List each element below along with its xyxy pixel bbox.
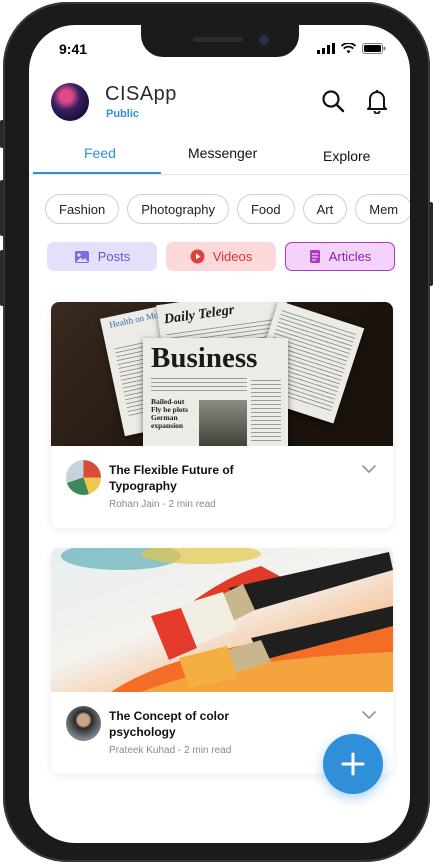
status-icons xyxy=(317,43,386,54)
chevron-down-icon[interactable] xyxy=(361,710,377,720)
article-title[interactable]: The Flexible Future of Typography xyxy=(109,462,259,494)
search-button[interactable] xyxy=(319,87,347,115)
chip-photography[interactable]: Photography xyxy=(127,194,229,224)
notifications-button[interactable] xyxy=(363,87,391,115)
profile-avatar[interactable] xyxy=(51,83,89,121)
category-chips: Fashion Photography Food Art Mem xyxy=(45,194,410,224)
document-icon xyxy=(309,250,320,263)
main-tabs: Feed Messenger Explore xyxy=(29,139,410,175)
chip-food[interactable]: Food xyxy=(236,194,295,224)
newspaper-business-headline: Business xyxy=(151,342,258,374)
signal-icon xyxy=(317,43,335,54)
visibility-label: Public xyxy=(106,108,140,120)
tab-messenger[interactable]: Messenger xyxy=(188,145,257,161)
power-button xyxy=(429,202,433,286)
articles-filter-label: Articles xyxy=(328,249,372,264)
tab-feed[interactable]: Feed xyxy=(84,145,116,161)
newspaper-subheadline: Bailed-out Fly be plots German expansion xyxy=(151,397,189,430)
paintbrush-illustration xyxy=(61,548,393,692)
articles-filter-button[interactable]: Articles xyxy=(285,242,395,271)
article-card[interactable]: Health on Monday Daily Telegr Business B… xyxy=(51,302,393,528)
status-time: 9:41 xyxy=(59,41,88,57)
article-meta: Rohan Jain - 2 min read xyxy=(109,499,216,510)
search-icon xyxy=(322,90,345,113)
newspaper-telegraph-headline: Daily Telegr xyxy=(163,302,236,328)
article-card-body: The Flexible Future of Typography Rohan … xyxy=(51,446,393,528)
posts-filter-button[interactable]: Posts xyxy=(47,242,157,271)
mute-switch xyxy=(0,120,4,148)
posts-filter-label: Posts xyxy=(97,249,131,264)
chip-mem[interactable]: Mem xyxy=(355,194,410,224)
plus-icon xyxy=(341,752,365,776)
camera xyxy=(259,35,269,45)
phone-frame: 9:41 CISApp Public Feed Messenger Explor… xyxy=(0,2,433,862)
notch xyxy=(141,25,299,57)
battery-icon xyxy=(362,43,386,54)
content-type-filters: Posts Videos Articles xyxy=(47,242,395,271)
chip-fashion[interactable]: Fashion xyxy=(45,194,120,224)
speaker xyxy=(193,37,243,42)
bell-icon xyxy=(367,90,387,114)
videos-filter-button[interactable]: Videos xyxy=(166,242,276,271)
author-avatar[interactable] xyxy=(66,460,101,495)
volume-up-button xyxy=(0,180,4,236)
tabs-divider xyxy=(29,174,410,175)
chip-art[interactable]: Art xyxy=(302,194,348,224)
tab-explore[interactable]: Explore xyxy=(323,148,370,164)
chevron-down-icon[interactable] xyxy=(361,464,377,474)
app-screen: 9:41 CISApp Public Feed Messenger Explor… xyxy=(29,25,410,843)
image-icon xyxy=(74,250,89,263)
article-meta: Prateek Kuhad - 2 min read xyxy=(109,745,232,756)
article-title[interactable]: The Concept of color psychology xyxy=(109,708,259,740)
app-title: CISApp xyxy=(105,83,177,105)
article-cover-paintbrush xyxy=(51,548,393,692)
create-post-button[interactable] xyxy=(323,734,383,794)
wifi-icon xyxy=(341,43,356,54)
videos-filter-label: Videos xyxy=(212,249,253,264)
play-circle-icon xyxy=(190,249,205,264)
volume-down-button xyxy=(0,250,4,306)
author-avatar[interactable] xyxy=(66,706,101,741)
article-cover-newspaper: Health on Monday Daily Telegr Business B… xyxy=(51,302,393,446)
